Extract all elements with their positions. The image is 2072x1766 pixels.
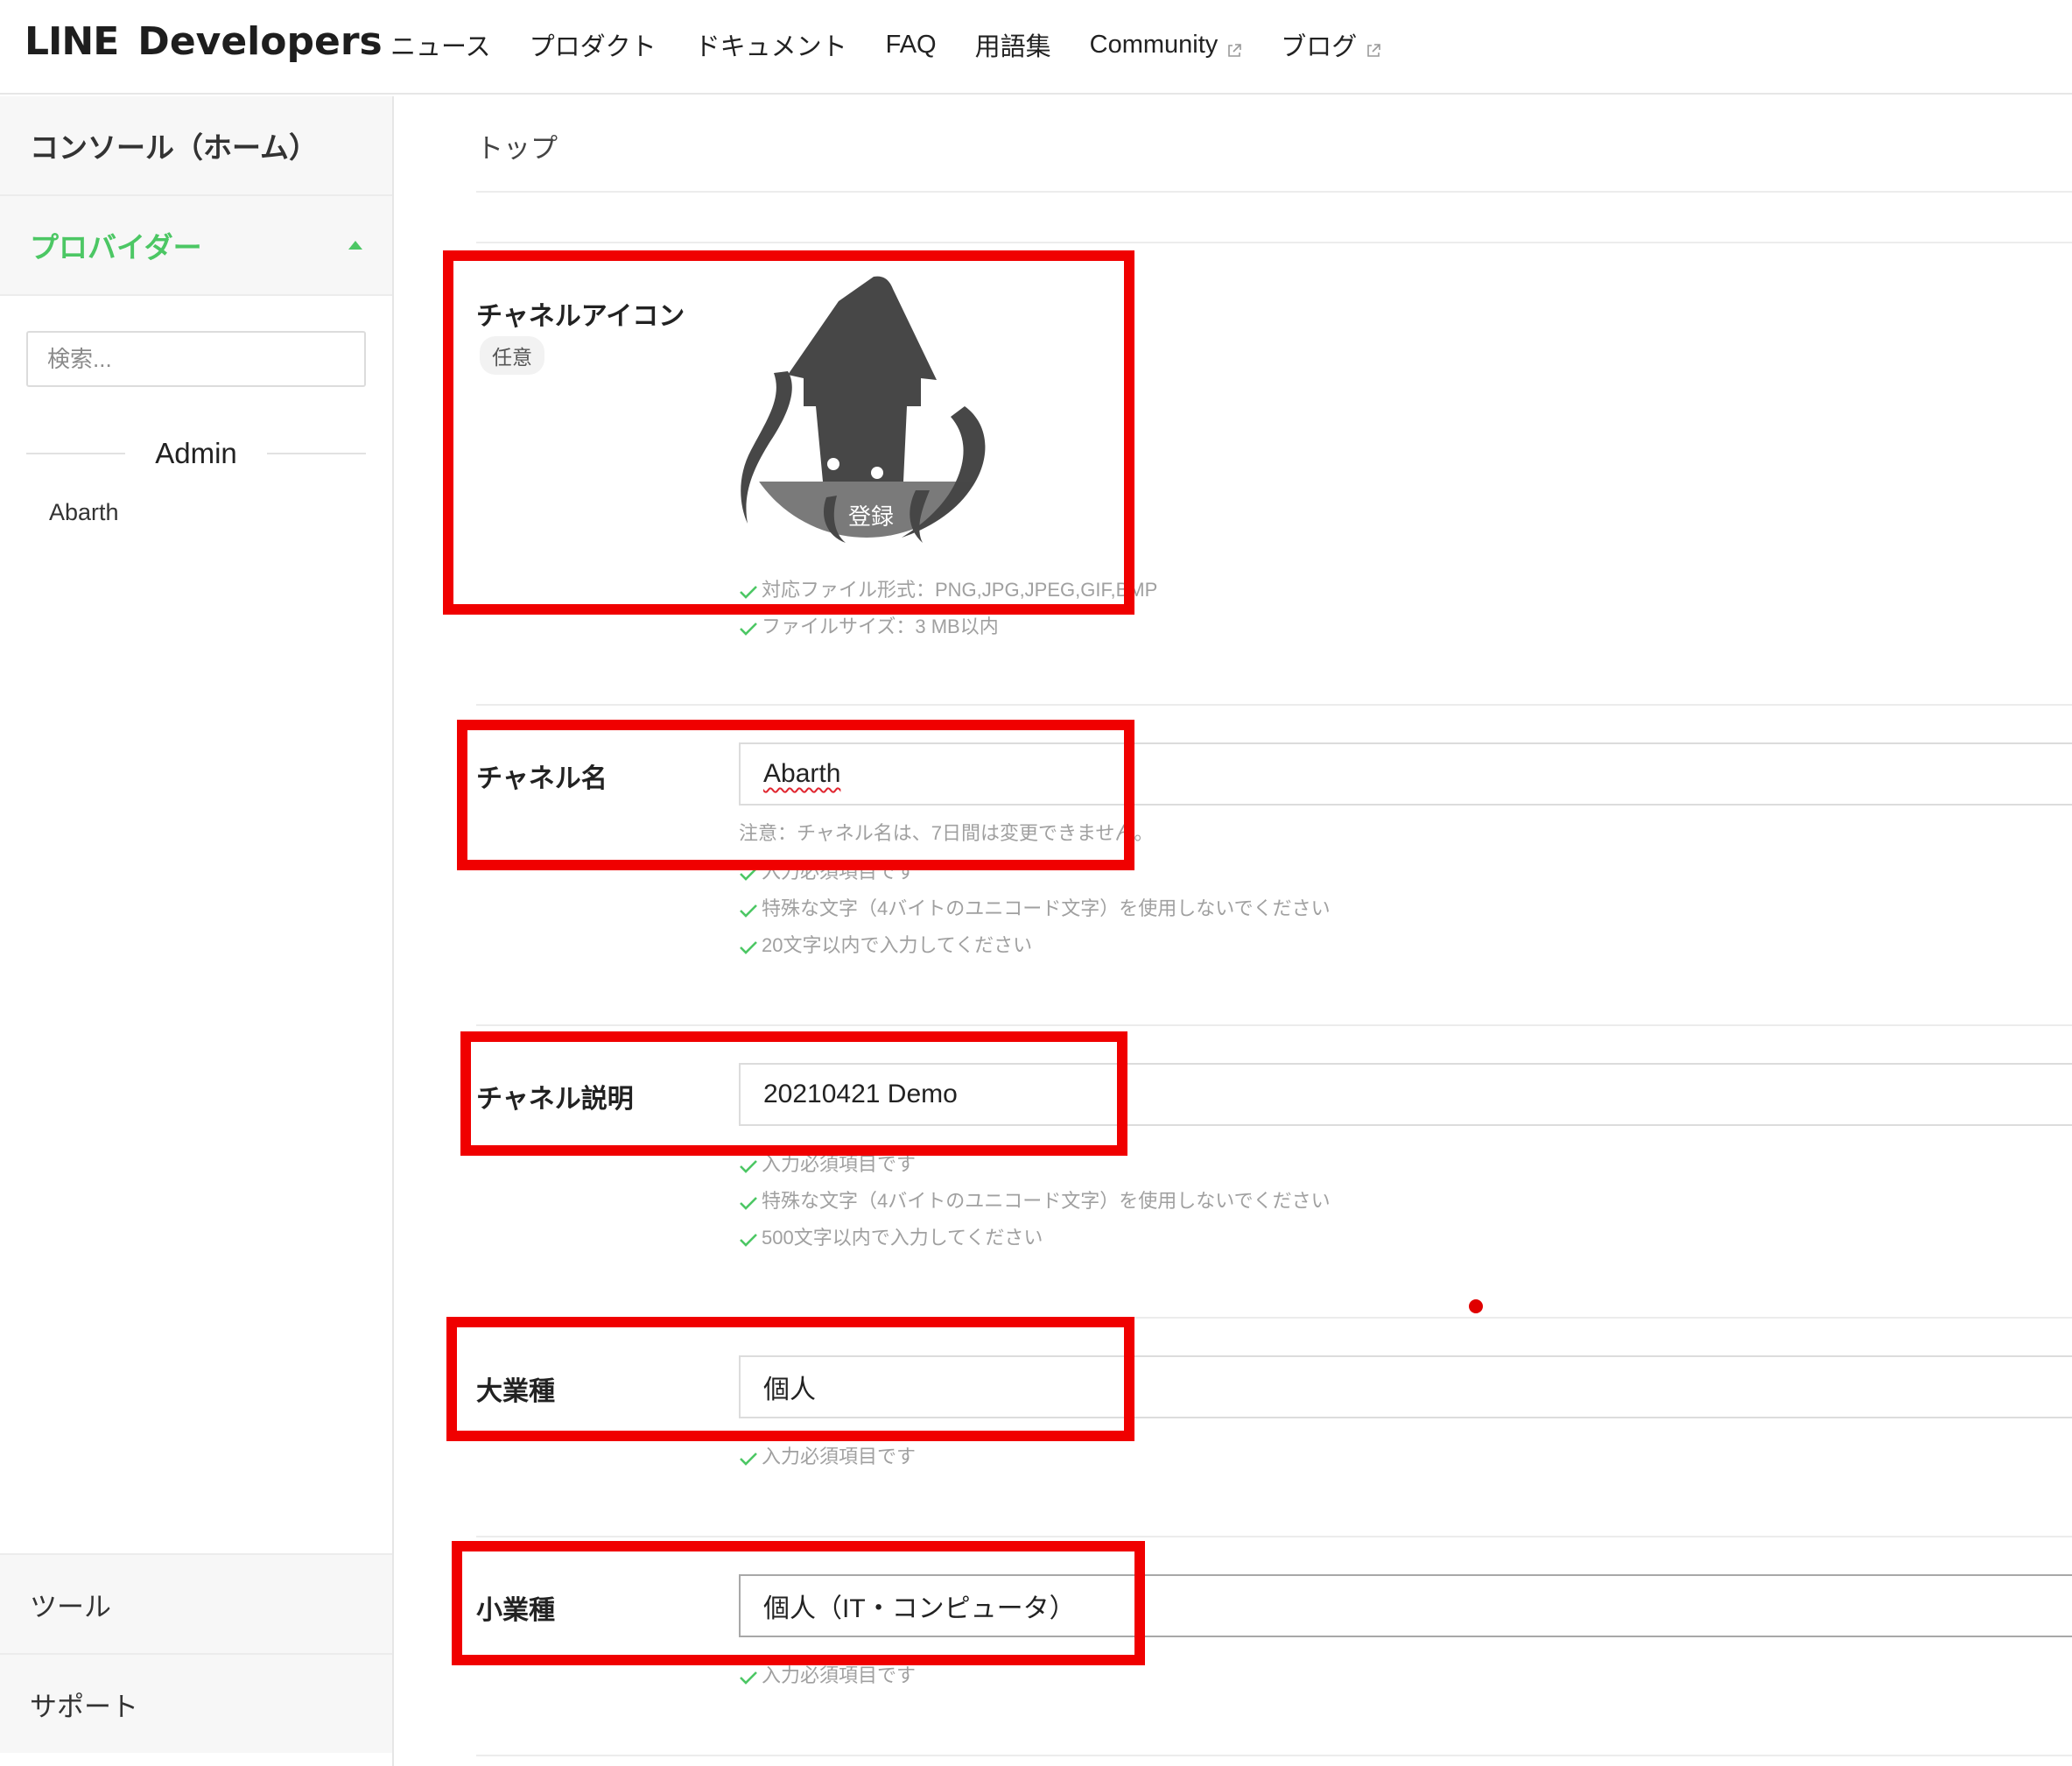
sidebar-tools[interactable]: ツール xyxy=(0,1553,392,1653)
check-icon xyxy=(739,900,758,918)
hint-file-size: ファイルサイズ：3 MB以内 xyxy=(739,611,999,639)
sidebar-support[interactable]: サポート xyxy=(0,1653,392,1753)
hint-required: 入力必須項目です xyxy=(739,1149,916,1177)
provider-group-header: Admin xyxy=(26,427,367,480)
divider xyxy=(476,1536,2072,1537)
channel-name-input[interactable]: Abarth xyxy=(739,742,2072,806)
channel-description-label: チャネル説明 xyxy=(476,1085,634,1114)
hint-file-format: 対応ファイル形式：PNG,JPG,JPEG,GIF,BMP xyxy=(739,574,1157,602)
channel-description-input[interactable]: 20210421 Demo xyxy=(739,1063,2072,1126)
divider-left xyxy=(26,453,126,454)
sidebar-console-home[interactable]: コンソール（ホーム） xyxy=(0,96,392,196)
channel-name-note: 注意：チャネル名は、7日間は変更できません。 xyxy=(739,822,1154,844)
channel-icon-label: チャネルアイコン xyxy=(476,302,685,331)
hint-required: 入力必須項目です xyxy=(739,1441,916,1469)
divider xyxy=(476,1317,2072,1319)
provider-group-label: Admin xyxy=(155,437,237,469)
sidebar: コンソール（ホーム） プロバイダー Admin Abarth ツール サポート xyxy=(0,96,394,1766)
sidebar-provider-toggle[interactable]: プロバイダー xyxy=(0,196,392,296)
breadcrumb[interactable]: トップ xyxy=(476,126,558,165)
check-icon xyxy=(739,863,758,881)
sub-industry-value: 個人（IT・コンピュータ） xyxy=(763,1594,1076,1623)
hint-max-length: 20文字以内で入力してください xyxy=(739,930,1032,958)
channel-name-value: Abarth xyxy=(763,759,841,788)
nav-glossary[interactable]: 用語集 xyxy=(975,26,1051,63)
nav-products[interactable]: プロダクト xyxy=(530,26,657,63)
divider xyxy=(476,242,2072,243)
check-icon xyxy=(739,618,758,636)
optional-badge: 任意 xyxy=(480,336,544,375)
line-developers-logo[interactable]: LINE Developers xyxy=(25,19,383,64)
hint-text: 入力必須項目です xyxy=(762,1153,917,1175)
nav-faq[interactable]: FAQ xyxy=(886,26,937,63)
support-label: サポート xyxy=(30,1691,138,1722)
caret-up-icon xyxy=(348,241,362,250)
channel-name-label: チャネル名 xyxy=(476,764,608,793)
red-dot-marker xyxy=(1469,1299,1483,1313)
logo-developers-text: Developers xyxy=(137,19,383,64)
channel-icon-upload[interactable]: 登録 xyxy=(735,275,1007,546)
provider-search-input[interactable] xyxy=(26,331,366,387)
check-icon xyxy=(739,581,758,599)
nav-blog[interactable]: ブログ xyxy=(1281,26,1381,63)
check-icon xyxy=(739,1667,758,1685)
console-home-label: コンソール（ホーム） xyxy=(30,131,319,164)
nav-products-label: プロダクト xyxy=(529,33,657,61)
check-icon xyxy=(739,1156,758,1173)
tools-label: ツール xyxy=(30,1591,111,1622)
check-icon xyxy=(739,1193,758,1210)
nav-docs-label: ドキュメント xyxy=(694,33,847,61)
hint-special-chars: 特殊な文字（4バイトのユニコード文字）を使用しないでください xyxy=(739,1186,1331,1214)
hint-text: 対応ファイル形式：PNG,JPG,JPEG,GIF,BMP xyxy=(762,579,1158,601)
nav-faq-label: FAQ xyxy=(885,30,937,59)
divider-right xyxy=(266,453,367,454)
hint-text: 入力必須項目です xyxy=(762,861,917,883)
hint-text: 入力必須項目です xyxy=(762,1446,917,1467)
divider xyxy=(476,1755,2072,1756)
hint-text: 特殊な文字（4バイトのユニコード文字）を使用しないでください xyxy=(762,897,1331,919)
hint-max-length: 500文字以内で入力してください xyxy=(739,1222,1043,1250)
hint-special-chars: 特殊な文字（4バイトのユニコード文字）を使用しないでください xyxy=(739,893,1331,921)
logo-line-text: LINE xyxy=(25,19,119,64)
nav-news-label: ニュース xyxy=(390,33,491,61)
hint-required: 入力必須項目です xyxy=(739,1660,916,1688)
sub-industry-label: 小業種 xyxy=(476,1596,555,1625)
nav-blog-label: ブログ xyxy=(1281,33,1358,61)
divider xyxy=(476,704,2072,706)
hint-required: 入力必須項目です xyxy=(739,856,916,884)
hint-text: 入力必須項目です xyxy=(762,1664,917,1686)
industry-label: 大業種 xyxy=(476,1377,555,1406)
nav-community[interactable]: Community xyxy=(1090,26,1243,63)
main-content: トップ チャネルアイコン 任意 登録 対応ファイル形式：PNG,JPG,JPEG… xyxy=(396,96,2072,1766)
nav-news[interactable]: ニュース xyxy=(390,26,491,63)
hint-text: ファイルサイズ：3 MB以内 xyxy=(762,616,999,637)
divider xyxy=(476,191,2072,193)
check-icon xyxy=(739,937,758,954)
sub-industry-select[interactable]: 個人（IT・コンピュータ） xyxy=(739,1574,2072,1637)
hint-text: 500文字以内で入力してください xyxy=(762,1227,1043,1249)
check-icon xyxy=(739,1229,758,1247)
external-link-icon xyxy=(1226,37,1242,57)
industry-select[interactable]: 個人 xyxy=(739,1355,2072,1418)
external-link-icon xyxy=(1366,37,1381,57)
nav-docs[interactable]: ドキュメント xyxy=(695,26,847,63)
divider xyxy=(476,1024,2072,1026)
top-header: LINE Developers ニュース プロダクト ドキュメント FAQ 用語集… xyxy=(0,0,2072,95)
nav-community-label: Community xyxy=(1089,30,1219,59)
check-icon xyxy=(739,1448,758,1466)
nav-glossary-label: 用語集 xyxy=(974,33,1051,61)
provider-item-abarth[interactable]: Abarth xyxy=(49,499,119,526)
register-icon-label: 登録 xyxy=(847,503,894,530)
channel-description-value: 20210421 Demo xyxy=(763,1080,958,1108)
industry-value: 個人 xyxy=(763,1376,816,1404)
main-nav: ニュース プロダクト ドキュメント FAQ 用語集 Community ブログ xyxy=(390,26,1420,63)
hint-text: 20文字以内で入力してください xyxy=(762,934,1033,956)
provider-label: プロバイダー xyxy=(30,231,202,264)
hint-text: 特殊な文字（4バイトのユニコード文字）を使用しないでください xyxy=(762,1190,1331,1212)
